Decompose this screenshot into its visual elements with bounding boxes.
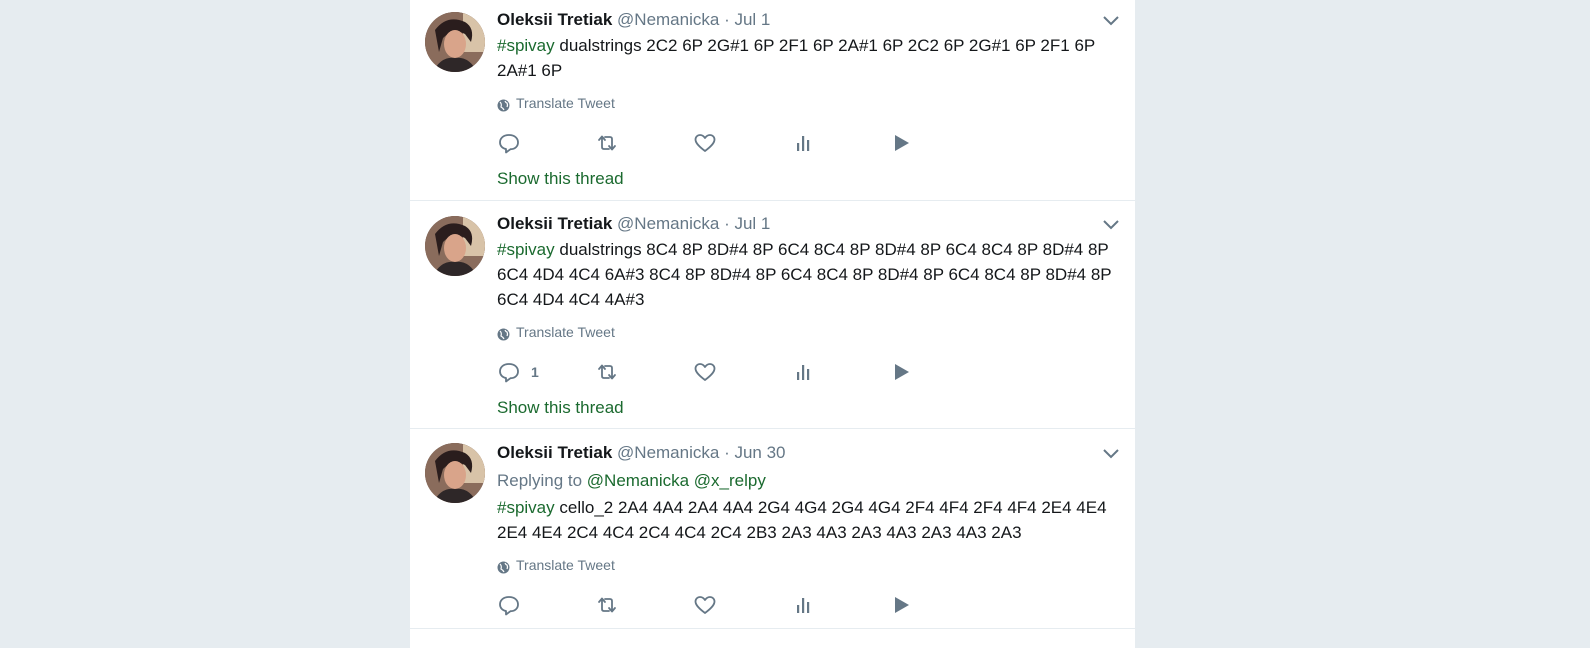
tweet-timestamp[interactable]: Jul 1 [734, 10, 770, 29]
reply-icon [499, 596, 519, 616]
analytics-button[interactable] [791, 132, 889, 154]
reply-icon [499, 134, 519, 154]
globe-icon [497, 97, 510, 111]
like-button[interactable] [693, 594, 791, 616]
translate-tweet-link[interactable]: Translate Tweet [497, 93, 1121, 113]
like-icon [694, 596, 716, 614]
author-handle[interactable]: @Nemanicka [617, 10, 719, 29]
chevron-down-icon[interactable] [1101, 444, 1121, 462]
author-name[interactable]: Oleksii Tretiak [497, 10, 612, 29]
tweet-body: dualstrings 8C4 8P 8D#4 8P 6C4 8C4 8P 8D… [497, 240, 1112, 309]
analytics-button[interactable] [791, 594, 889, 616]
author-handle[interactable]: @Nemanicka [617, 214, 719, 233]
author-name[interactable]: Oleksii Tretiak [497, 214, 612, 233]
play-button[interactable] [889, 594, 987, 616]
separator-dot: · [724, 214, 730, 233]
tweet-text: #spivay cello_2 2A4 4A4 2A4 4A4 2G4 4G4 … [497, 495, 1121, 545]
analytics-button[interactable] [791, 361, 889, 383]
show-thread-link[interactable]: Show this thread [497, 397, 1121, 419]
author-name[interactable]: Oleksii Tretiak [497, 443, 612, 462]
like-icon [694, 363, 716, 381]
tweet-text: #spivay dualstrings 8C4 8P 8D#4 8P 6C4 8… [497, 237, 1121, 312]
hashtag-link[interactable]: #spivay [497, 36, 555, 55]
analytics-icon [797, 136, 810, 151]
tweet-actions: 1 [497, 359, 1121, 385]
chevron-down-icon[interactable] [1101, 215, 1121, 233]
retweet-icon [598, 135, 616, 151]
tweet-body: dualstrings 2C2 6P 2G#1 6P 2F1 6P 2A#1 6… [497, 36, 1095, 80]
timeline-column: Oleksii Tretiak @Nemanicka · Jul 1 #spiv… [410, 0, 1135, 648]
translate-label: Translate Tweet [516, 324, 615, 340]
translate-tweet-link[interactable]: Translate Tweet [497, 322, 1121, 342]
retweet-button[interactable] [595, 361, 693, 383]
tweet-body: cello_2 2A4 4A4 2A4 4A4 2G4 4G4 2G4 4G4 … [497, 498, 1107, 542]
replying-to-label: Replying to [497, 471, 587, 490]
avatar-photo [425, 12, 485, 72]
tweet-timestamp[interactable]: Jun 30 [734, 443, 785, 462]
retweet-icon [598, 597, 616, 613]
reply-count: 1 [531, 364, 539, 380]
avatar-photo [425, 216, 485, 276]
translate-tweet-link[interactable]: Translate Tweet [497, 555, 1121, 575]
tweet-header: Oleksii Tretiak @Nemanicka · Jul 1 [497, 213, 1121, 235]
hashtag-link[interactable]: #spivay [497, 498, 555, 517]
avatar-photo [425, 443, 485, 503]
reply-icon [499, 363, 519, 383]
tweet[interactable]: Oleksii Tretiak @Nemanicka · Jul 1 #spiv… [410, 201, 1135, 429]
show-thread-link[interactable]: Show this thread [497, 168, 1121, 190]
play-icon [895, 597, 909, 613]
avatar[interactable] [425, 12, 485, 72]
reply-button[interactable] [497, 132, 595, 154]
tweet[interactable]: Oleksii Tretiak @Nemanicka · Jun 30 Repl… [410, 429, 1135, 629]
globe-icon [497, 326, 510, 340]
like-icon [694, 134, 716, 152]
translate-label: Translate Tweet [516, 557, 615, 573]
author-handle[interactable]: @Nemanicka [617, 443, 719, 462]
play-button[interactable] [889, 132, 987, 154]
reply-button[interactable] [497, 594, 595, 616]
retweet-button[interactable] [595, 594, 693, 616]
tweet-header: Oleksii Tretiak @Nemanicka · Jun 30 [497, 442, 1121, 464]
chevron-down-icon[interactable] [1101, 11, 1121, 29]
retweet-button[interactable] [595, 132, 693, 154]
play-icon [895, 135, 909, 151]
tweet-header: Oleksii Tretiak @Nemanicka · Jul 1 [497, 9, 1121, 31]
avatar[interactable] [425, 443, 485, 503]
tweet-text: #spivay dualstrings 2C2 6P 2G#1 6P 2F1 6… [497, 33, 1121, 83]
tweet-timestamp[interactable]: Jul 1 [734, 214, 770, 233]
globe-icon [497, 559, 510, 573]
tweet-actions [497, 130, 1121, 156]
replying-to: Replying to @Nemanicka @x_relpy [497, 469, 1121, 493]
avatar[interactable] [425, 216, 485, 276]
separator-dot: · [724, 443, 730, 462]
analytics-icon [797, 598, 810, 613]
separator-dot: · [724, 10, 730, 29]
hashtag-link[interactable]: #spivay [497, 240, 555, 259]
reply-mentions[interactable]: @Nemanicka @x_relpy [587, 471, 766, 490]
analytics-icon [797, 365, 810, 380]
reply-button[interactable]: 1 [497, 361, 595, 383]
play-icon [895, 364, 909, 380]
like-button[interactable] [693, 132, 791, 154]
tweet-actions [497, 592, 1121, 618]
translate-label: Translate Tweet [516, 95, 615, 111]
tweet[interactable]: Oleksii Tretiak @Nemanicka · Jul 1 #spiv… [410, 0, 1135, 201]
retweet-icon [598, 364, 616, 380]
like-button[interactable] [693, 361, 791, 383]
play-button[interactable] [889, 361, 987, 383]
